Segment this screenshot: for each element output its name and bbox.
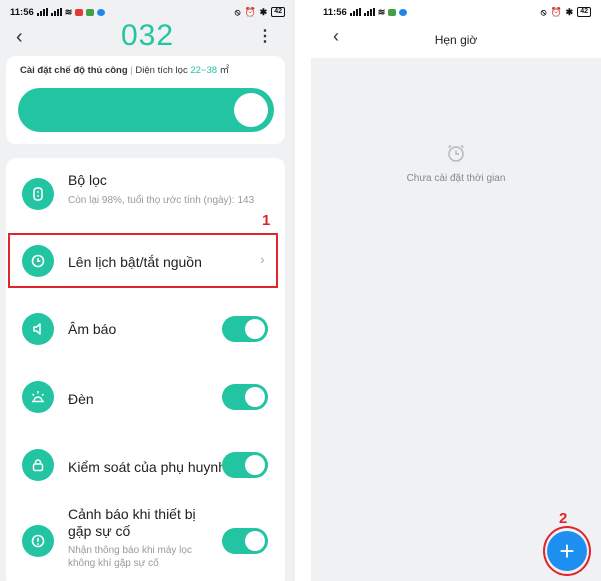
area-value: 22~38 [190,65,218,76]
power-toggle[interactable] [18,88,274,132]
device-detail-screen: 11:56 ≋ ⦸ ⏰ ✱ 42 ‹ 032 ⋮ Cài đặt chế độ [0,0,295,581]
parental-toggle[interactable] [222,452,268,478]
messenger-icon [399,8,408,16]
annotation-step-2: 2 [559,510,568,527]
setting-title: Âm báo [68,321,117,337]
mute-icon: ⦸ [234,6,241,17]
setting-subtitle: Còn lại 98%, tuổi thọ ước tính (ngày): 1… [68,195,255,206]
signal-icon [349,8,361,16]
light-toggle[interactable] [222,384,268,410]
alarm-status-icon: ⏰ [244,6,256,17]
alarm-status-icon: ⏰ [550,6,562,17]
wifi-icon: ≋ [377,6,386,17]
area-label: Diện tích lọc [135,65,191,76]
page-title: Hẹn giờ [434,33,478,47]
signal-icon [36,8,48,16]
lamp-icon [22,381,54,413]
setting-title: Kiểm soát của phụ huynh [68,459,226,475]
settings-list: Bộ lọc Còn lại 98%, tuổi thọ ước tính (n… [6,158,285,581]
signal-icon-2 [363,8,375,16]
alert-icon [22,525,54,557]
setting-row-sound: Âm báo [6,296,285,362]
mute-icon: ⦸ [540,6,547,17]
setting-row-filter[interactable]: Bộ lọc Còn lại 98%, tuổi thọ ước tính (n… [6,158,285,234]
battery-indicator: 42 [577,7,591,17]
battery-indicator: 42 [271,7,285,17]
youtube-icon [75,8,84,16]
setting-row-light: Đèn [6,364,285,432]
lock-icon [22,449,54,481]
line-icon [388,8,397,16]
fault-alert-toggle[interactable] [222,528,268,554]
status-bar: 11:56 ≋ ⦸ ⏰ ✱ 42 [311,0,601,24]
add-timer-button[interactable]: + [547,531,587,571]
bluetooth-icon: ✱ [259,6,268,17]
highlight-box [8,233,278,288]
bluetooth-icon: ✱ [565,6,574,17]
filter-icon [22,178,54,210]
device-header: ‹ 032 ⋮ [0,19,295,56]
empty-state-text: Chưa cài đặt thời gian [406,173,506,184]
top-bar: 11:56 ≋ ⦸ ⏰ ✱ 42 ‹ Hẹn giờ [311,0,601,58]
timer-screen: 11:56 ≋ ⦸ ⏰ ✱ 42 ‹ Hẹn giờ Chưa cài đặt … [311,0,601,581]
setting-subtitle: Nhận thông báo khi máy lọc không khí gặp… [68,545,192,569]
messenger-icon [97,8,106,16]
mode-info: Cài đặt chế độ thủ công | Diện tích lọc … [20,62,229,76]
status-time: 11:56 [10,6,34,18]
speaker-icon [22,313,54,345]
screenshot-composite: 11:56 ≋ ⦸ ⏰ ✱ 42 ‹ 032 ⋮ Cài đặt chế độ [0,0,601,581]
alarm-clock-icon [445,142,467,169]
setting-title: Đèn [68,391,94,407]
setting-row-fault-alert: Cảnh báo khi thiết bị gặp sự cố Nhận thô… [6,500,285,581]
area-unit: ㎡ [217,65,230,76]
line-icon [86,8,95,16]
annotation-step-1: 1 [262,212,271,229]
sound-toggle[interactable] [222,316,268,342]
mode-card: Cài đặt chế độ thủ công | Diện tích lọc … [6,56,285,144]
setting-title: Bộ lọc [68,172,107,188]
plus-icon: + [559,536,575,566]
device-number: 032 [120,19,175,52]
mode-label: Cài đặt chế độ thủ công [20,65,128,76]
wifi-icon: ≋ [64,6,73,17]
status-time: 11:56 [323,6,347,18]
signal-icon-2 [50,8,62,16]
power-toggle-knob [234,93,268,127]
more-vertical-icon[interactable]: ⋮ [257,26,273,46]
setting-row-parental: Kiểm soát của phụ huynh [6,432,285,500]
timer-header: ‹ Hẹn giờ [311,24,601,56]
setting-title: Cảnh báo khi thiết bị gặp sự cố [68,506,196,539]
